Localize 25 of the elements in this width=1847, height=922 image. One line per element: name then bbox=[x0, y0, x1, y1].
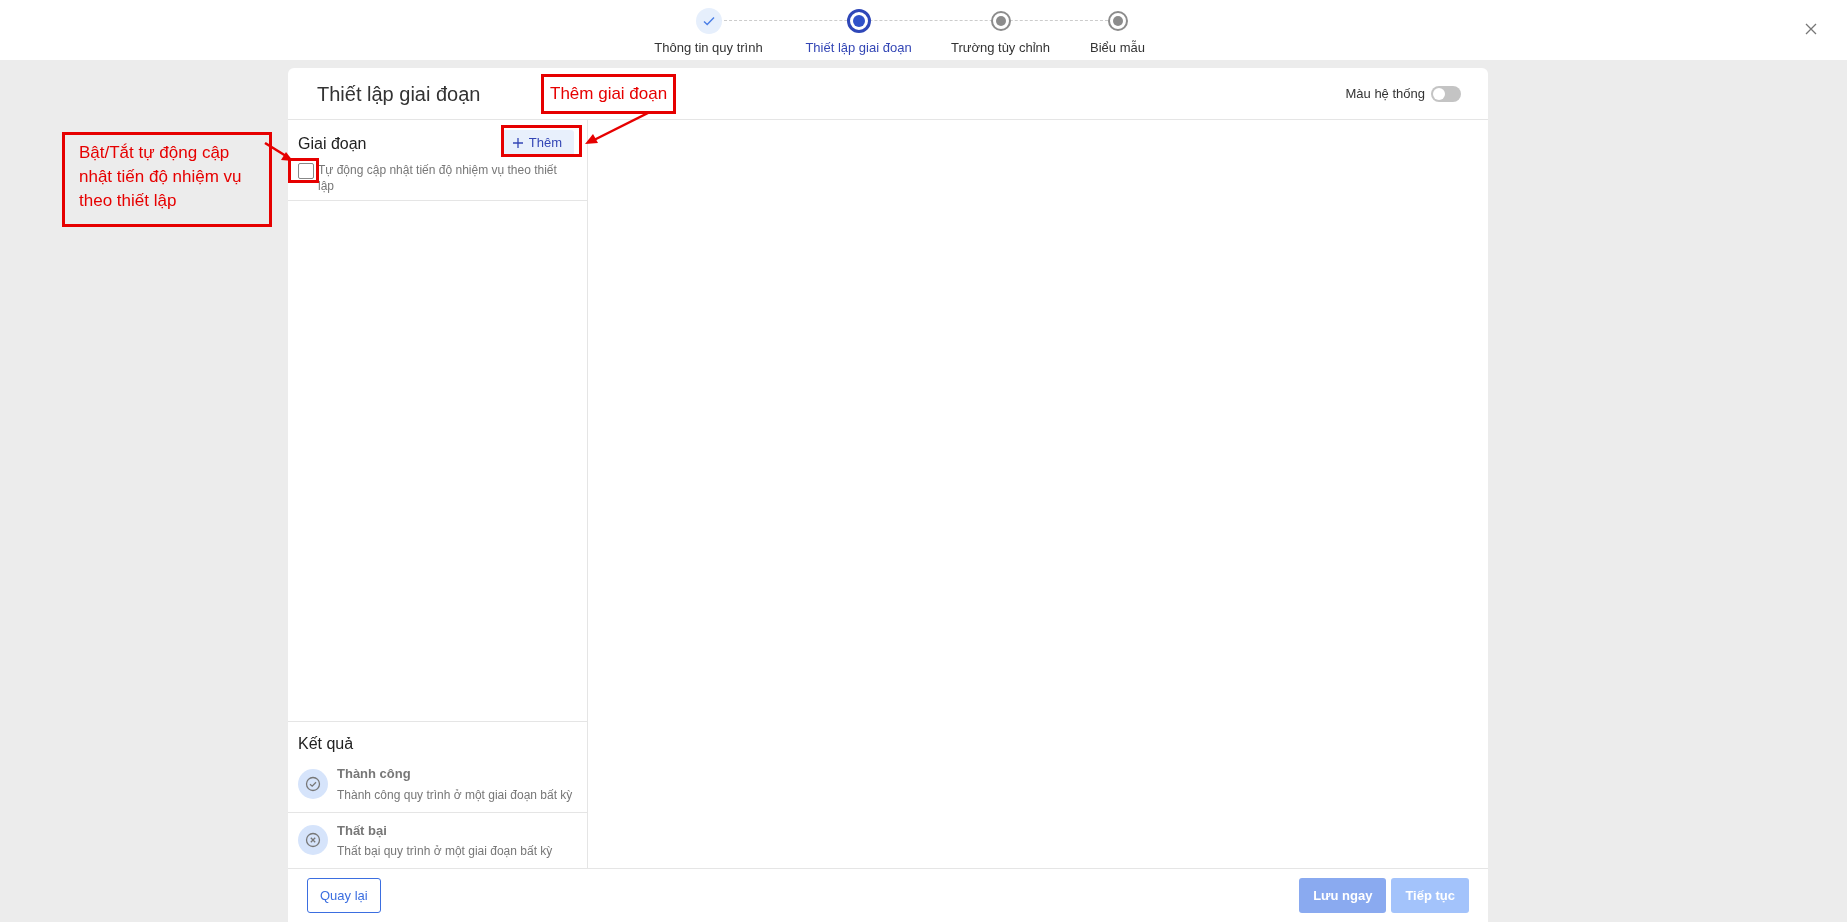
annotation-callout: Bật/Tắt tự động cập nhật tiến độ nhiệm vụ theo thiết lập bbox=[62, 132, 272, 227]
step-label[interactable]: Thông tin quy trình bbox=[654, 38, 763, 58]
panel-title: Thiết lập giai đoạn bbox=[317, 81, 481, 107]
results-title: Kết quả bbox=[298, 735, 354, 752]
annotation-arrow bbox=[264, 142, 294, 162]
stages-title: Giai đoạn bbox=[298, 134, 367, 154]
auto-update-label: Tự động cập nhật tiến độ nhiệm vụ theo thiết lập bbox=[318, 162, 558, 194]
close-icon[interactable] bbox=[1805, 23, 1817, 35]
step-label[interactable]: Thiết lập giai đoạn bbox=[805, 38, 912, 58]
system-color-toggle[interactable] bbox=[1431, 85, 1461, 102]
x-circle-icon bbox=[298, 825, 328, 856]
step-label[interactable]: Biểu mẫu bbox=[1090, 38, 1145, 58]
result-description: Thành công quy trình ở một giai đoạn bất kỳ bbox=[337, 786, 573, 804]
system-color-label: Màu hệ thống bbox=[1345, 84, 1425, 103]
annotation-callout: Thêm giai đoạn bbox=[541, 74, 677, 114]
step-label[interactable]: Trường tùy chỉnh bbox=[950, 38, 1051, 58]
check-circle-icon bbox=[298, 768, 328, 799]
result-name: Thất bại bbox=[337, 821, 388, 840]
back-button[interactable]: Quay lại bbox=[307, 878, 381, 913]
plus-icon bbox=[512, 138, 523, 148]
highlight-frame bbox=[288, 158, 319, 183]
result-name: Thành công bbox=[337, 765, 412, 783]
auto-update-checkbox[interactable] bbox=[298, 163, 314, 179]
annotation-arrow bbox=[584, 112, 650, 146]
result-description: Thất bại quy trình ở một giai đoạn bất kỳ bbox=[337, 843, 553, 860]
